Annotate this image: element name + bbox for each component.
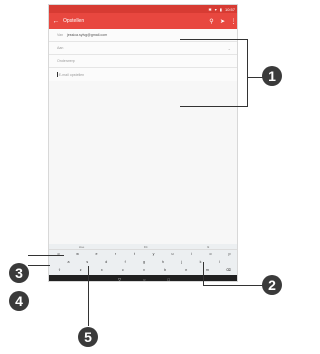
key[interactable]: i: [187, 252, 197, 256]
callout-line-5: [88, 266, 89, 326]
key[interactable]: p: [225, 252, 235, 256]
key[interactable]: s: [82, 260, 92, 264]
key[interactable]: t: [130, 252, 140, 256]
key[interactable]: l: [214, 260, 224, 264]
key-row-1: q w e r t y u i o p: [49, 250, 237, 258]
callout-4: 4: [9, 291, 29, 311]
key[interactable]: r: [111, 252, 121, 256]
key[interactable]: d: [101, 260, 111, 264]
subject-placeholder: Onderwerp: [57, 59, 75, 63]
key[interactable]: z: [76, 268, 86, 272]
key[interactable]: c: [118, 268, 128, 272]
back-arrow-icon[interactable]: ←: [49, 18, 63, 25]
suggestion-item[interactable]: Hoe: [79, 245, 85, 249]
callout-bracket-1-bottom: [180, 106, 248, 107]
nav-back-icon[interactable]: ▽: [118, 277, 121, 282]
battery-icon: ▮: [219, 6, 222, 12]
from-label: Van: [57, 33, 64, 37]
send-icon[interactable]: ➤: [217, 18, 228, 25]
suggestion-item[interactable]: Dit: [144, 245, 148, 249]
more-icon[interactable]: ⋮: [228, 18, 237, 25]
callout-2: 2: [262, 275, 282, 295]
key[interactable]: b: [160, 268, 170, 272]
key[interactable]: o: [206, 252, 216, 256]
callout-5: 5: [78, 327, 98, 347]
bluetooth-icon: ✱: [208, 6, 212, 12]
key[interactable]: v: [139, 268, 149, 272]
compose-form: Van jessica.sylvg@gmail.com Aan ⌄ Onderw…: [49, 29, 237, 81]
to-field[interactable]: Aan ⌄: [49, 42, 237, 55]
key[interactable]: y: [149, 252, 159, 256]
tablet-screen: ✱ ▾ ▮ 10:57 ← Opstellen ⚲ ➤ ⋮ Van jessic…: [48, 4, 238, 282]
chevron-down-icon[interactable]: ⌄: [228, 46, 231, 51]
key[interactable]: u: [168, 252, 178, 256]
subject-field[interactable]: Onderwerp: [49, 55, 237, 68]
nav-recents-icon[interactable]: □: [168, 277, 170, 282]
key[interactable]: w: [73, 252, 83, 256]
key[interactable]: j: [177, 260, 187, 264]
from-row[interactable]: Van jessica.sylvg@gmail.com: [49, 29, 237, 42]
key[interactable]: h: [158, 260, 168, 264]
backspace-icon[interactable]: ⌫: [223, 268, 233, 272]
status-time: 10:57: [224, 6, 235, 12]
text-cursor: [57, 72, 58, 77]
callout-bracket-1-vertical: [247, 39, 248, 107]
key[interactable]: e: [92, 252, 102, 256]
callout-line-4: [28, 265, 50, 266]
body-placeholder: E-mail opstellen: [58, 72, 85, 77]
suggestion-item[interactable]: Ik: [207, 245, 209, 249]
key-row-2: a s d f g h j k l: [49, 258, 237, 266]
callout-3: 3: [9, 263, 29, 283]
callout-line-2: [203, 285, 263, 286]
callout-bracket-1-top: [180, 39, 248, 40]
key[interactable]: x: [97, 268, 107, 272]
callout-1: 1: [262, 66, 282, 86]
page-title: Opstellen: [63, 18, 85, 24]
nav-home-icon[interactable]: ○: [143, 277, 145, 282]
wifi-icon: ▾: [214, 6, 217, 12]
to-label: Aan: [57, 46, 64, 50]
app-toolbar: ← Opstellen ⚲ ➤ ⋮: [49, 13, 237, 29]
callout-line-3: [28, 255, 64, 256]
shift-icon[interactable]: ⇧: [55, 268, 65, 272]
key-row-3: ⇧ z x c v b n m ⌫: [49, 266, 237, 274]
body-field[interactable]: E-mail opstellen: [49, 68, 237, 81]
status-bar: ✱ ▾ ▮ 10:57: [49, 5, 237, 13]
key[interactable]: g: [139, 260, 149, 264]
attach-icon[interactable]: ⚲: [206, 18, 217, 25]
key[interactable]: n: [181, 268, 191, 272]
from-value: jessica.sylvg@gmail.com: [67, 33, 108, 37]
key[interactable]: a: [63, 260, 73, 264]
navigation-bar: ▽ ○ □: [49, 275, 237, 282]
key[interactable]: k: [196, 260, 206, 264]
callout-line-2-drop: [203, 262, 204, 286]
key[interactable]: f: [120, 260, 130, 264]
